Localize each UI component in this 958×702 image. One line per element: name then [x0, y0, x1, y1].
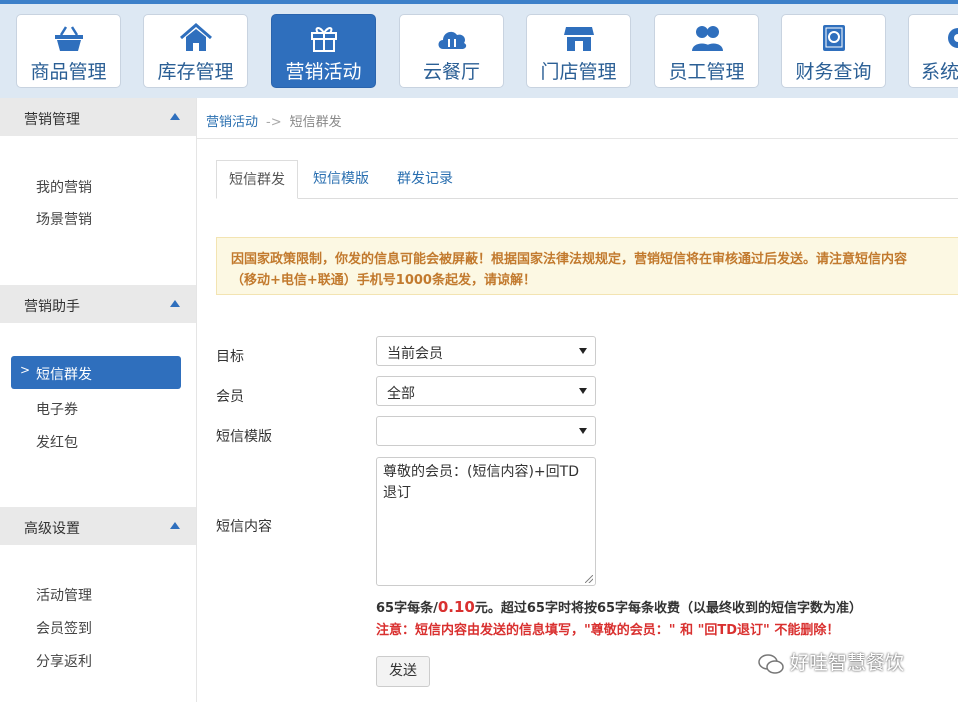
breadcrumb-parent[interactable]: 营销活动	[206, 115, 258, 130]
nav-label: 财务查询	[795, 61, 872, 83]
section-title: 营销管理	[24, 112, 80, 128]
policy-alert: 因国家政策限制，你发的信息可能会被屏蔽！根据国家法律法规规定，营销短信将在审核通…	[216, 237, 958, 295]
caret-up-icon	[170, 522, 180, 529]
breadcrumb: 营销活动 -> 短信群发	[206, 111, 342, 130]
breadcrumb-current: 短信群发	[289, 115, 342, 130]
sidebar-item-my-marketing[interactable]: 我的营销	[36, 177, 92, 197]
tab-broadcast-history[interactable]: 群发记录	[397, 160, 453, 198]
users-icon	[655, 23, 758, 53]
nav-label: 系统	[921, 61, 958, 83]
sidebar-item-sms-broadcast[interactable]: > 短信群发	[11, 356, 181, 389]
nav-label: 营销活动	[285, 61, 362, 83]
member-select[interactable]: 全部	[376, 376, 596, 406]
sidebar-item-share-rebate[interactable]: 分享返利	[36, 651, 92, 671]
caret-up-icon	[170, 300, 180, 307]
alert-line-1: 因国家政策限制，你发的信息可能会被屏蔽！根据国家法律法规规定，营销短信将在审核通…	[231, 252, 908, 267]
house-icon	[144, 23, 247, 53]
member-label: 会员	[216, 389, 244, 405]
pricing-price: 0.10	[437, 598, 475, 616]
sidebar-item-member-checkin[interactable]: 会员签到	[36, 618, 92, 638]
nav-tile-marketing[interactable]: 营销活动	[271, 14, 376, 88]
content-warning: 注意：短信内容由发送的信息填写，"尊敬的会员：" 和 "回TD退订" 不能删除！	[376, 623, 840, 638]
send-button[interactable]: 发送	[376, 656, 430, 687]
section-title: 营销助手	[24, 299, 80, 315]
sidebar-section-marketing-management[interactable]: 营销管理	[0, 98, 196, 136]
nav-tile-inventory[interactable]: 库存管理	[143, 14, 248, 88]
gift-icon	[272, 23, 375, 53]
tab-sms-broadcast[interactable]: 短信群发	[216, 160, 298, 199]
nav-label: 员工管理	[668, 61, 745, 83]
breadcrumb-separator: ->	[266, 115, 282, 130]
breadcrumb-divider	[197, 138, 958, 139]
nav-label: 门店管理	[540, 61, 617, 83]
cloud-dining-icon	[400, 23, 503, 53]
pricing-prefix: 65字每条/	[376, 601, 438, 616]
nav-tile-system[interactable]: 系统	[908, 14, 958, 88]
top-accent-line	[0, 0, 958, 4]
dropdown-arrow-icon	[579, 388, 587, 394]
sidebar-section-advanced-settings[interactable]: 高级设置	[0, 507, 196, 545]
resize-grip-icon[interactable]	[585, 575, 593, 583]
sidebar-item-e-coupon[interactable]: 电子券	[36, 399, 78, 419]
nav-tile-products[interactable]: 商品管理	[16, 14, 121, 88]
sidebar-item-label: 短信群发	[36, 367, 92, 383]
chevron-right-icon: >	[20, 363, 31, 377]
nav-tile-finance[interactable]: 财务查询	[781, 14, 886, 88]
dropdown-arrow-icon	[579, 428, 587, 434]
pricing-info: 65字每条/0.10元。超过65字时将按65字每条收费（以最终收到的短信字数为准…	[376, 597, 862, 616]
template-label: 短信模版	[216, 429, 272, 445]
watermark-text: 好哇智慧餐饮	[790, 652, 905, 674]
alert-line-2: （移动+电信+联通）手机号1000条起发，请谅解！	[231, 273, 536, 288]
nav-label: 库存管理	[157, 61, 234, 83]
safe-icon	[782, 23, 885, 53]
caret-up-icon	[170, 113, 180, 120]
storefront-icon	[527, 23, 630, 53]
section-title: 高级设置	[24, 521, 80, 537]
nav-tile-cloud-restaurant[interactable]: 云餐厅	[399, 14, 504, 88]
pricing-suffix: 元。超过65字时将按65字每条收费（以最终收到的短信字数为准）	[474, 601, 863, 616]
target-label: 目标	[216, 349, 244, 365]
template-select[interactable]	[376, 416, 596, 446]
member-value: 全部	[387, 386, 415, 402]
sidebar: 营销管理 我的营销 场景营销 营销助手 > 短信群发 电子券 发红包 高级设置 …	[0, 98, 197, 702]
gear-icon	[941, 23, 958, 53]
nav-label: 云餐厅	[422, 61, 480, 83]
nav-label: 商品管理	[30, 61, 107, 83]
top-nav: 商品管理 库存管理 营销活动 云餐厅 门店管理 员工管理 财务查询 系统	[0, 0, 958, 98]
basket-icon	[17, 23, 120, 53]
sidebar-item-red-packet[interactable]: 发红包	[36, 432, 78, 452]
content-label: 短信内容	[216, 519, 272, 535]
sidebar-item-activity-management[interactable]: 活动管理	[36, 585, 92, 605]
nav-tile-stores[interactable]: 门店管理	[526, 14, 631, 88]
sms-content-value: 尊敬的会员：(短信内容)+回TD退订	[383, 464, 579, 501]
sidebar-item-scene-marketing[interactable]: 场景营销	[36, 209, 92, 229]
sidebar-section-marketing-assistant[interactable]: 营销助手	[0, 285, 196, 323]
nav-tile-staff[interactable]: 员工管理	[654, 14, 759, 88]
dropdown-arrow-icon	[579, 348, 587, 354]
tab-bar: 短信群发 短信模版 群发记录	[216, 160, 958, 199]
tab-sms-template[interactable]: 短信模版	[313, 160, 369, 198]
watermark: 好哇智慧餐饮	[758, 648, 904, 675]
wechat-icon	[758, 653, 784, 674]
sms-content-textarea[interactable]: 尊敬的会员：(短信内容)+回TD退订	[376, 457, 596, 586]
target-select[interactable]: 当前会员	[376, 336, 596, 366]
target-value: 当前会员	[387, 346, 443, 362]
